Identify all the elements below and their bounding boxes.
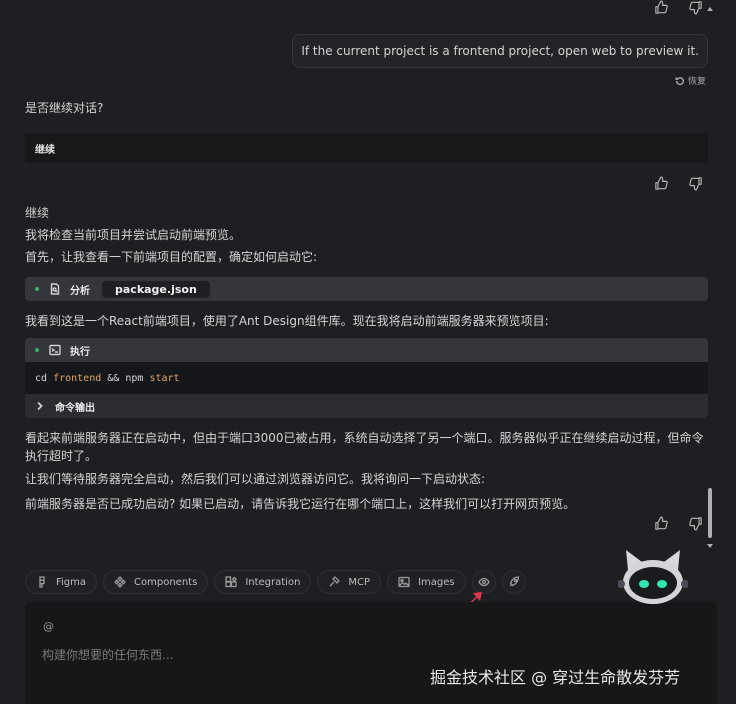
components-icon [114,576,126,588]
image-icon [398,576,410,588]
restore-label: 恢复 [687,77,706,87]
figma-chip[interactable]: Figma [25,570,98,594]
integration-chip[interactable]: Integration [214,570,312,594]
scrollbar-thumb[interactable] [708,488,712,538]
exec-tool-call[interactable]: 执行 [25,338,708,362]
analyze-label: 分析 [70,285,90,297]
reply-line-5: 看起来前端服务器正在启动中，但由于端口3000已被占用，系统自动选择了另一个端口… [25,431,704,463]
components-label: Components [134,576,198,588]
code-operator: && [107,372,120,384]
reply-line-4: 我看到这是一个React前端项目，使用了Ant Design组件库。现在我将启动… [25,314,549,328]
code-cmd: npm [125,372,144,384]
eye-icon [477,577,490,587]
mcp-chip[interactable]: MCP [317,570,382,594]
thumbs-up-icon[interactable] [650,512,672,534]
continue-option-button[interactable]: 继续 [25,133,708,163]
analyze-tool-call[interactable]: 分析 package.json [25,277,708,301]
mcp-label: MCP [348,576,371,588]
scroll-down-arrow[interactable] [707,544,713,548]
thumbs-down-icon[interactable] [684,512,706,534]
code-arg: frontend [53,372,102,384]
continue-question: 是否继续对话? [25,101,104,115]
images-label: Images [418,576,455,588]
exec-label: 执行 [70,346,90,358]
reply-line-7: 前端服务器是否已成功启动? 如果已启动，请告诉我它运行在哪个端口上，这样我们可以… [25,497,576,511]
chat-input-placeholder: 构建你想要的任何东西... [42,648,174,662]
status-dot [35,287,39,291]
terminal-icon [49,344,61,356]
components-chip[interactable]: Components [103,570,209,594]
robot-cat-mascot-icon [618,550,688,604]
restore-icon [675,76,684,85]
restore-button[interactable]: 恢复 [675,74,706,87]
scroll-up-arrow[interactable] [707,7,713,11]
integration-label: Integration [245,576,301,588]
file-search-icon [49,283,61,295]
status-dot [35,348,39,352]
thumbs-down-icon[interactable] [684,0,706,18]
reply-line-2: 我将检查当前项目并尝试启动前端预览。 [25,228,242,242]
chat-input-panel[interactable]: @ 构建你想要的任何东西... [25,602,717,704]
thumbs-up-icon[interactable] [650,172,672,194]
figma-label: Figma [56,576,87,588]
code-arg: start [149,372,180,384]
mention-button[interactable]: @ [43,620,54,633]
reply-line-3: 首先，让我查看一下前端项目的配置，确定如何启动它: [25,250,318,264]
command-code-block: cd frontend && npm start [25,362,708,394]
continue-option-label: 继续 [35,144,55,156]
reply-line-1: 继续 [25,206,50,220]
chat-area: If the current project is a frontend pro… [0,0,736,555]
rocket-icon [509,576,519,587]
code-cmd: cd [35,372,48,384]
thumbs-down-icon[interactable] [684,172,706,194]
reply-line-6: 让我们等待服务器完全启动，然后我们可以通过浏览器访问它。我将询问一下启动状态: [25,472,486,486]
thumbs-up-icon[interactable] [650,0,672,18]
figma-icon [39,576,45,588]
integration-icon [225,576,238,588]
chevron-right-icon [35,401,45,411]
deploy-button[interactable] [501,570,526,594]
command-output-toggle[interactable]: 命令输出 [25,394,708,418]
user-message: If the current project is a frontend pro… [292,34,708,68]
command-output-label: 命令输出 [55,402,95,414]
file-name-chip[interactable]: package.json [102,280,210,298]
watermark: 掘金技术社区 @ 穿过生命散发芬芳 [430,668,681,687]
mcp-icon [329,576,341,587]
